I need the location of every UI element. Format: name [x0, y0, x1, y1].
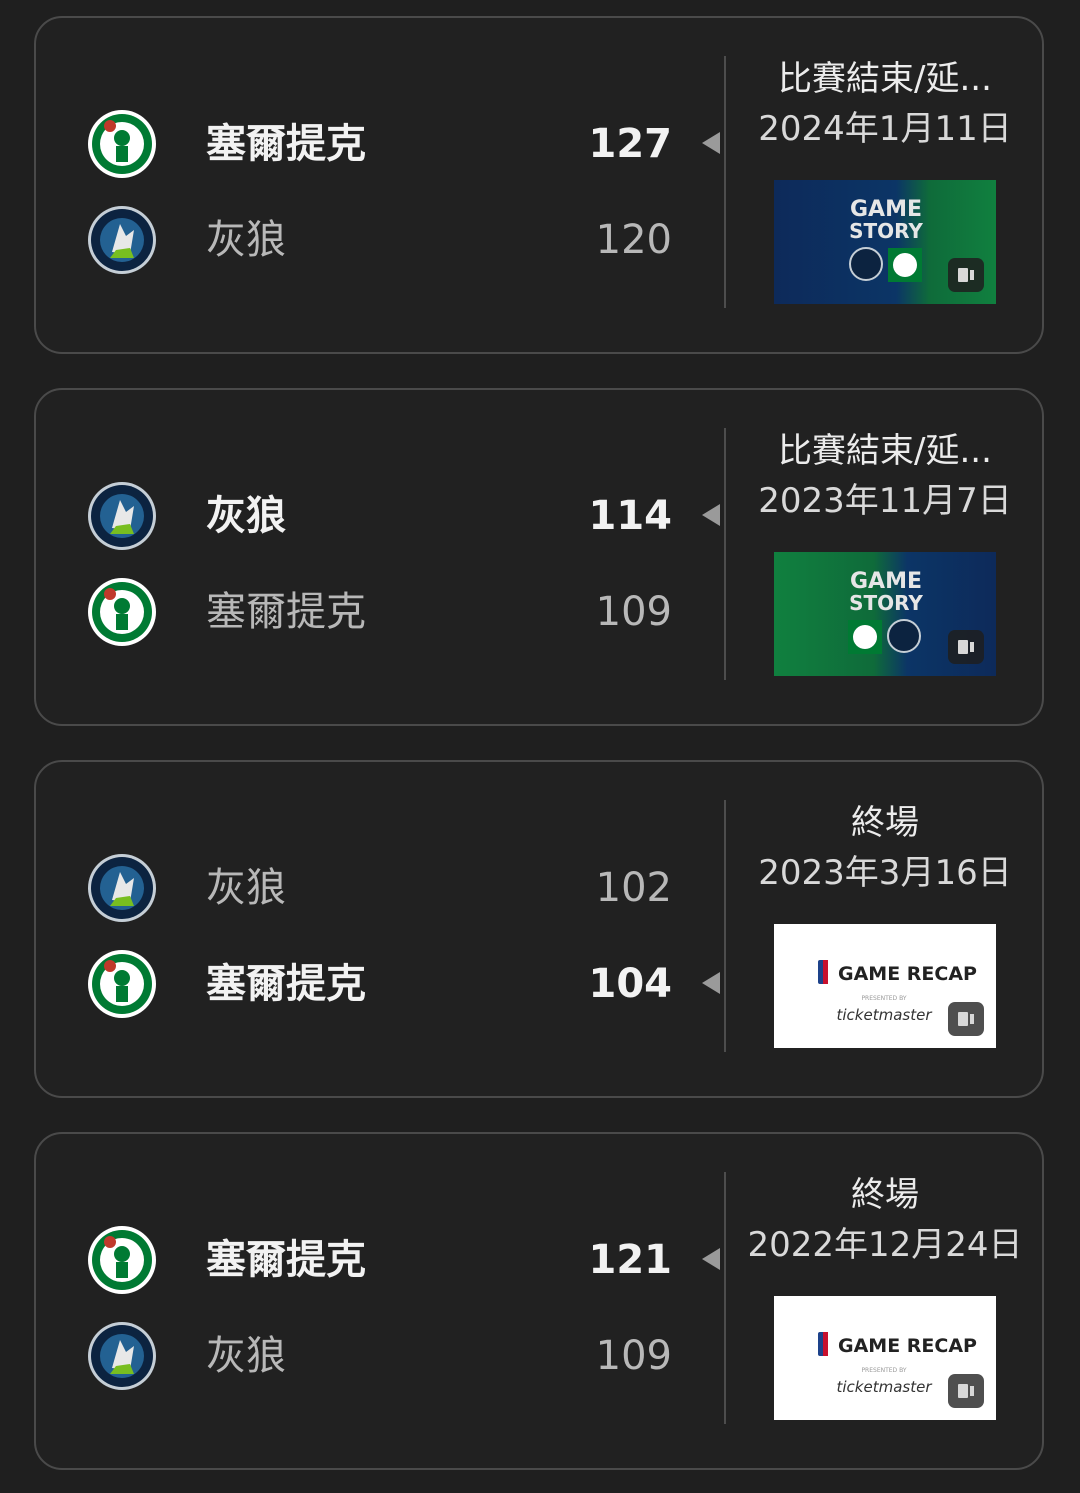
recap-sponsor: ticketmaster [837, 1006, 933, 1024]
game-date: 2023年3月16日 [758, 853, 1012, 893]
winner-arrow-icon [702, 504, 720, 526]
team-row: 灰狼 114 [36, 468, 736, 564]
game-card[interactable]: 塞爾提克 127 灰狼 120 比賽結束/延... 2024年1月11日 GAM… [34, 16, 1044, 354]
team-score: 102 [595, 865, 672, 911]
team-name: 塞爾提克 [206, 121, 366, 167]
game-card[interactable]: 灰狼 102 塞爾提克 104 終場 2023年3月16日 GAME RECAP… [34, 760, 1044, 1098]
celtics-logo-icon [86, 576, 158, 648]
game-date: 2023年11月7日 [758, 481, 1012, 521]
divider [724, 56, 726, 308]
team-name: 灰狼 [206, 493, 286, 539]
recap-title: GAME RECAP [838, 963, 977, 985]
video-icon [948, 630, 984, 664]
celtics-logo-icon [86, 948, 158, 1020]
timberwolves-logo-icon [86, 1320, 158, 1392]
team-row: 灰狼 102 [36, 840, 736, 936]
team-score: 121 [588, 1237, 673, 1283]
team-name: 灰狼 [206, 865, 286, 911]
winner-arrow-icon [702, 132, 720, 154]
team-row: 塞爾提克 121 [36, 1212, 736, 1308]
team-row: 灰狼 109 [36, 1308, 736, 1404]
celtics-logo-icon [86, 108, 158, 180]
team-row: 塞爾提克 109 [36, 564, 736, 660]
team-score: 109 [595, 1333, 672, 1379]
divider [724, 800, 726, 1052]
video-thumbnail[interactable]: GAME RECAP PRESENTED BY ticketmaster [774, 1296, 996, 1420]
divider [724, 1172, 726, 1424]
timberwolves-logo-icon [86, 480, 158, 552]
video-thumbnail[interactable]: GAME RECAP PRESENTED BY ticketmaster [774, 924, 996, 1048]
recap-sponsor: ticketmaster [837, 1378, 933, 1396]
video-thumbnail[interactable]: GAME STORY [774, 180, 996, 304]
video-icon [948, 1374, 984, 1408]
team-name: 灰狼 [206, 1333, 286, 1379]
thumb-line2: STORY [849, 219, 923, 243]
team-row: 塞爾提克 104 [36, 936, 736, 1032]
timberwolves-logo-icon [86, 204, 158, 276]
game-date: 2022年12月24日 [747, 1225, 1023, 1265]
game-card[interactable]: 塞爾提克 121 灰狼 109 終場 2022年12月24日 GAME RECA… [34, 1132, 1044, 1470]
winner-arrow-icon [702, 1248, 720, 1270]
game-status: 比賽結束/延... [778, 431, 992, 471]
team-score: 114 [588, 493, 673, 539]
winner-arrow-icon [702, 972, 720, 994]
team-name: 塞爾提克 [206, 589, 366, 635]
team-name: 灰狼 [206, 217, 286, 263]
game-status: 終場 [851, 1175, 919, 1215]
team-score: 104 [588, 961, 673, 1007]
divider [724, 428, 726, 680]
game-status: 終場 [851, 803, 919, 843]
recap-presented: PRESENTED BY [861, 995, 906, 1002]
team-row: 塞爾提克 127 [36, 96, 736, 192]
video-icon [948, 1002, 984, 1036]
recap-presented: PRESENTED BY [861, 1367, 906, 1374]
thumb-line2: STORY [849, 591, 923, 615]
game-status: 比賽結束/延... [778, 59, 992, 99]
video-thumbnail[interactable]: GAME STORY [774, 552, 996, 676]
game-card[interactable]: 灰狼 114 塞爾提克 109 比賽結束/延... 2023年11月7日 GAM… [34, 388, 1044, 726]
team-name: 塞爾提克 [206, 1237, 366, 1283]
team-row: 灰狼 120 [36, 192, 736, 288]
timberwolves-logo-icon [86, 852, 158, 924]
game-date: 2024年1月11日 [758, 109, 1012, 149]
video-icon [948, 258, 984, 292]
celtics-logo-icon [86, 1224, 158, 1296]
team-score: 127 [588, 121, 673, 167]
team-score: 109 [595, 589, 672, 635]
team-score: 120 [595, 217, 672, 263]
recap-title: GAME RECAP [838, 1335, 977, 1357]
team-name: 塞爾提克 [206, 961, 366, 1007]
